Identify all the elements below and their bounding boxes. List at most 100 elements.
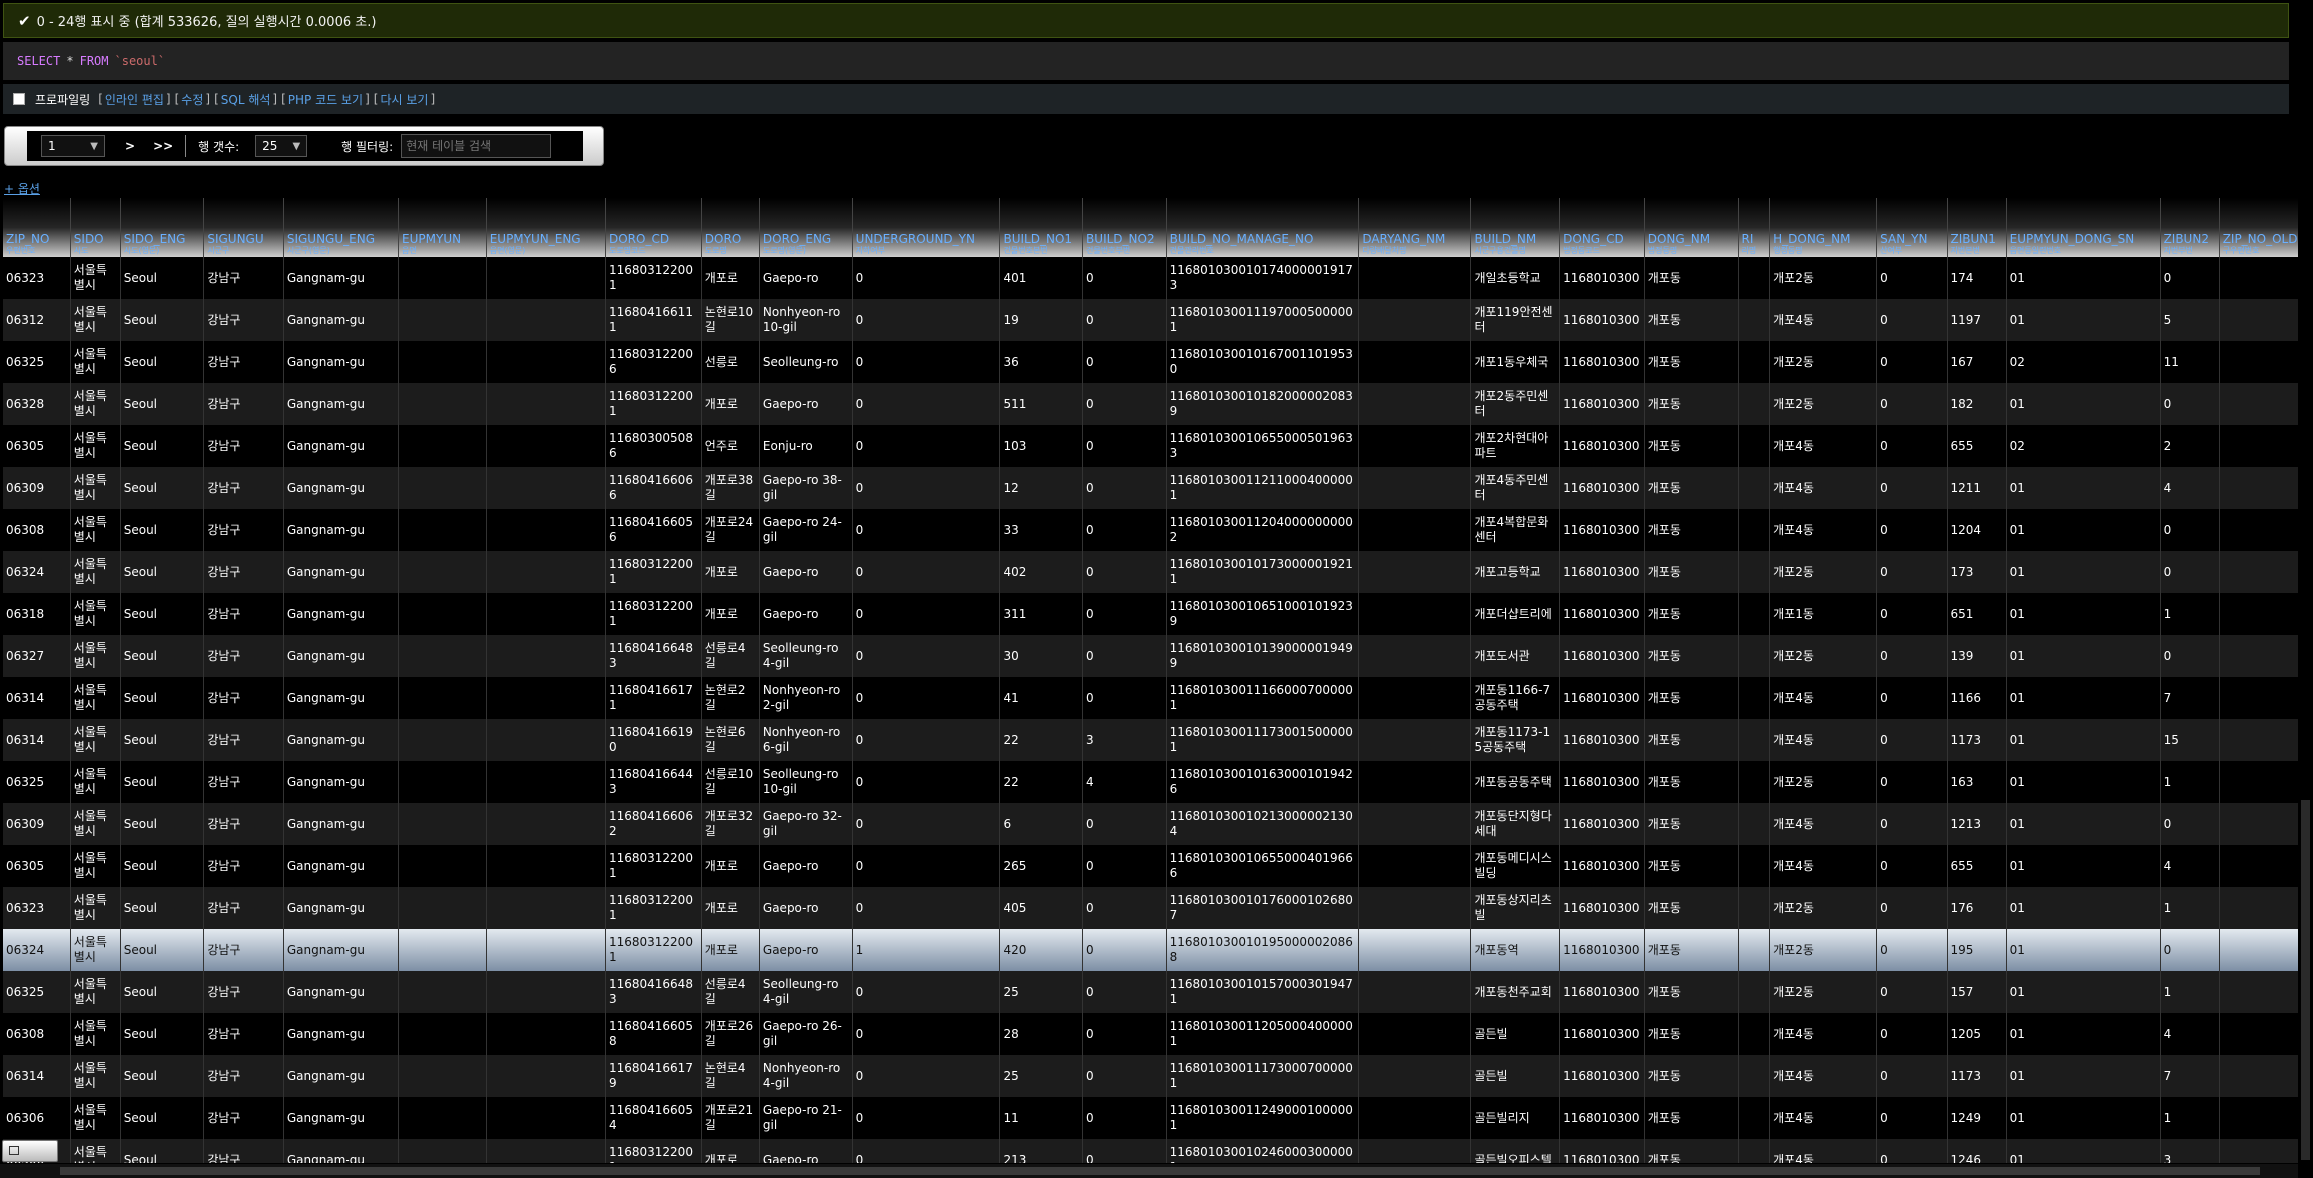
table-row[interactable]: 06312 서울특별시 Seoul 강남구 Gangnam-gu 116804166111…	[3, 299, 2313, 341]
table-cell[interactable]: 1168010300101730000019211	[1166, 551, 1360, 593]
table-cell[interactable]: 1168010300	[1559, 761, 1645, 803]
table-cell[interactable]: 0	[852, 971, 1001, 1013]
table-cell[interactable]: 36	[999, 341, 1084, 383]
table-cell[interactable]	[398, 761, 487, 803]
table-cell[interactable]: Gangnam-gu	[283, 635, 400, 677]
table-cell[interactable]	[1358, 803, 1472, 845]
table-cell[interactable]: 0	[1876, 467, 1948, 509]
table-cell[interactable]: 33	[999, 509, 1084, 551]
table-cell[interactable]	[1738, 509, 1771, 551]
table-cell[interactable]: Nonhyeon-ro 4-gil	[759, 1055, 853, 1097]
table-cell[interactable]: 서울특별시	[70, 1055, 121, 1097]
table-cell[interactable]: 강남구	[203, 635, 284, 677]
table-cell[interactable]: 01	[2006, 719, 2161, 761]
table-cell[interactable]: 06312	[3, 299, 71, 341]
table-cell[interactable]: 0	[2160, 551, 2220, 593]
table-cell[interactable]: Gaepo-ro	[759, 1139, 853, 1163]
table-cell[interactable]: 개포동	[1644, 551, 1739, 593]
table-cell[interactable]: 강남구	[203, 803, 284, 845]
table-cell[interactable]: 176	[1947, 887, 2007, 929]
table-cell[interactable]: 30	[999, 635, 1084, 677]
table-cell[interactable]: 116804166179	[605, 1055, 702, 1097]
table-cell[interactable]	[486, 677, 606, 719]
table-row[interactable]: 06325 서울특별시 Seoul 강남구 Gangnam-gu 116804166443…	[3, 761, 2313, 803]
table-cell[interactable]	[1358, 509, 1472, 551]
table-cell[interactable]: 1168010300112040000000002	[1166, 509, 1360, 551]
table-cell[interactable]: 311	[999, 593, 1084, 635]
table-row[interactable]: 06306 서울특별시 Seoul 강남구 Gangnam-gu 116804166054…	[3, 1097, 2313, 1139]
table-cell[interactable]: 3	[2160, 1139, 2220, 1163]
table-cell[interactable]: 116803122001	[605, 551, 702, 593]
table-cell[interactable]: 선릉로4길	[701, 635, 760, 677]
table-cell[interactable]: Seoul	[120, 929, 205, 971]
table-cell[interactable]: 06327	[3, 635, 71, 677]
table-cell[interactable]: Gaepo-ro	[759, 257, 853, 299]
table-cell[interactable]: 01	[2006, 509, 2161, 551]
table-cell[interactable]: 116804166483	[605, 971, 702, 1013]
table-cell[interactable]: 0	[1082, 1013, 1167, 1055]
table-cell[interactable]	[486, 1097, 606, 1139]
table-cell[interactable]: 개포2동	[1769, 257, 1878, 299]
table-cell[interactable]: 1168010300	[1559, 845, 1645, 887]
table-cell[interactable]	[398, 1013, 487, 1055]
table-cell[interactable]: 개포동1166-7공동주택	[1470, 677, 1561, 719]
table-cell[interactable]: 개포로	[701, 257, 760, 299]
table-cell[interactable]: 1168010300111730007000001	[1166, 1055, 1360, 1097]
table-cell[interactable]: 01	[2006, 593, 2161, 635]
table-cell[interactable]: 1168010300	[1559, 887, 1645, 929]
table-cell[interactable]: 06324	[3, 929, 71, 971]
table-cell[interactable]: 개포동	[1644, 803, 1739, 845]
table-cell[interactable]: 0	[1876, 383, 1948, 425]
table-cell[interactable]: 06318	[3, 593, 71, 635]
table-cell[interactable]: 서울특별시	[70, 929, 121, 971]
table-cell[interactable]: 개포동	[1644, 425, 1739, 467]
table-cell[interactable]: 0	[1876, 1055, 1948, 1097]
table-cell[interactable]: Gangnam-gu	[283, 551, 400, 593]
page-select[interactable]: 1 ▼	[41, 135, 105, 157]
table-cell[interactable]: 0	[1082, 551, 1167, 593]
table-cell[interactable]: Gangnam-gu	[283, 593, 400, 635]
table-cell[interactable]: 0	[1876, 971, 1948, 1013]
table-cell[interactable]	[486, 383, 606, 425]
table-cell[interactable]: 655	[1947, 425, 2007, 467]
table-row[interactable]: 06308 서울특별시 Seoul 강남구 Gangnam-gu 116804166056…	[3, 509, 2313, 551]
table-cell[interactable]: 개포4동	[1769, 425, 1878, 467]
table-cell[interactable]: 22	[999, 761, 1084, 803]
table-cell[interactable]: 06308	[3, 509, 71, 551]
table-cell[interactable]: 1168010300	[1559, 677, 1645, 719]
table-cell[interactable]: 강남구	[203, 467, 284, 509]
table-cell[interactable]: Seoul	[120, 383, 205, 425]
table-cell[interactable]: 강남구	[203, 383, 284, 425]
table-cell[interactable]: 4	[2160, 845, 2220, 887]
table-cell[interactable]: 개포동	[1644, 1055, 1739, 1097]
table-cell[interactable]: 서울특별시	[70, 971, 121, 1013]
table-cell[interactable]: Gaepo-ro	[759, 845, 853, 887]
table-cell[interactable]: 0	[1082, 887, 1167, 929]
table-cell[interactable]: 0	[852, 1097, 1001, 1139]
table-cell[interactable]: 0	[1876, 887, 1948, 929]
table-cell[interactable]: 개포2동	[1769, 383, 1878, 425]
table-row[interactable]: 06306서울특별시Seoul강남구Gangnam-gu116803122001…	[3, 1139, 2313, 1163]
table-cell[interactable]: 1168010300102130000021304	[1166, 803, 1360, 845]
table-cell[interactable]: 0	[1082, 383, 1167, 425]
table-cell[interactable]: 4	[2160, 467, 2220, 509]
table-cell[interactable]	[1738, 1139, 1771, 1163]
table-cell[interactable]	[398, 593, 487, 635]
table-cell[interactable]: 선릉로4길	[701, 971, 760, 1013]
table-cell[interactable]	[486, 593, 606, 635]
table-cell[interactable]: 1168010300111660007000001	[1166, 677, 1360, 719]
column-header[interactable]: BUILD_NM 시군구용건물명	[1470, 198, 1561, 257]
table-cell[interactable]: 개포4동	[1769, 845, 1878, 887]
table-cell[interactable]: Seoul	[120, 1055, 205, 1097]
table-cell[interactable]: Eonju-ro	[759, 425, 853, 467]
table-cell[interactable]: 0	[1876, 1097, 1948, 1139]
table-cell[interactable]: 개포로32길	[701, 803, 760, 845]
table-cell[interactable]: 1173	[1947, 719, 2007, 761]
table-cell[interactable]: Gaepo-ro	[759, 887, 853, 929]
explain-sql-link[interactable]: SQL 해석	[221, 91, 271, 108]
table-cell[interactable]: 서울특별시	[70, 761, 121, 803]
table-cell[interactable]: 개포동	[1644, 593, 1739, 635]
table-cell[interactable]: 0	[1876, 1139, 1948, 1163]
table-cell[interactable]: 0	[1082, 1139, 1167, 1163]
table-row[interactable]: 06309 서울특별시 Seoul 강남구 Gangnam-gu 116804166066…	[3, 467, 2313, 509]
